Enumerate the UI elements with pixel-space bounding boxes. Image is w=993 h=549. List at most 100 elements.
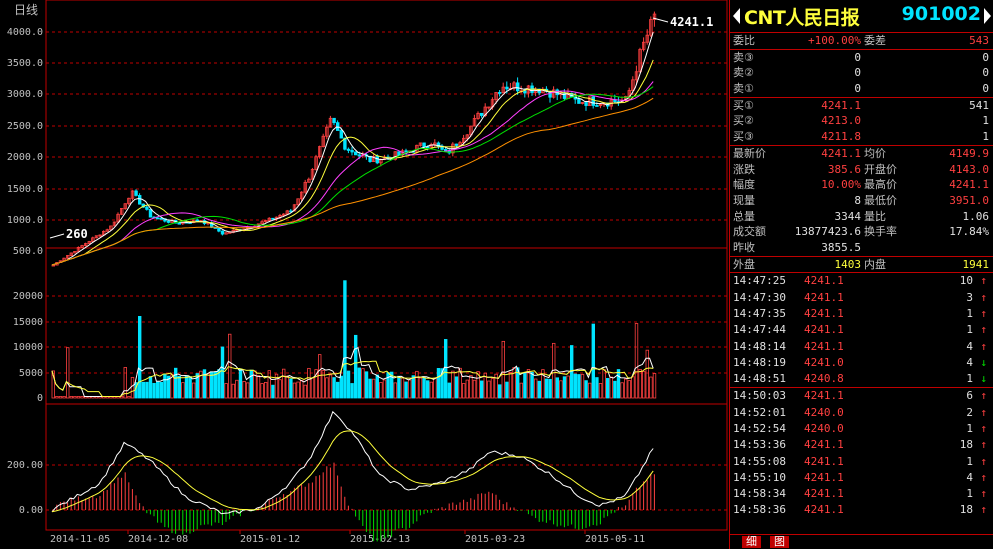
volume-bar — [508, 371, 513, 399]
stat-row: 涨跌 385.6 开盘价 4143.0 — [730, 162, 993, 178]
volume-bar — [256, 375, 261, 399]
volume-bar — [548, 378, 552, 399]
volume-bar — [490, 378, 495, 399]
tick-row: 14:47:30 4241.1 3 ↑ — [730, 290, 993, 306]
volume-bar — [310, 377, 315, 399]
volume-bar — [407, 379, 412, 399]
buy-level-label: 买① — [733, 98, 754, 112]
stat-value: 4241.1 — [821, 146, 861, 160]
volume-bar — [245, 382, 250, 399]
volume-bar — [573, 373, 577, 399]
buy-level-price: 4241.1 — [821, 98, 861, 112]
tab-chart[interactable]: 图 — [770, 536, 789, 548]
tick-row: 14:48:51 4240.8 1 ↓ — [730, 371, 993, 389]
tick-volume: 3 — [966, 290, 973, 304]
kline-chart[interactable]: 日线 4000.0 3500.0 3000.0 2500.0 2000.0 15… — [0, 0, 728, 549]
prev-security-icon[interactable] — [733, 8, 740, 24]
buy-level-price: 4211.8 — [821, 130, 861, 144]
arrow-up-icon: ↑ — [980, 405, 987, 419]
volume-bar — [368, 378, 372, 399]
stat-label: 换手率 — [864, 225, 897, 239]
volume-tick: 5000 — [19, 368, 43, 379]
volume-bar — [443, 339, 448, 399]
tick-row: 14:47:25 4241.1 10 ↑ — [730, 273, 993, 289]
inner-value: 1941 — [962, 257, 990, 271]
tab-detail[interactable]: 细 — [742, 536, 761, 548]
tick-time: 14:55:08 — [733, 454, 786, 468]
tick-volume: 1 — [966, 421, 973, 435]
volume-bar — [242, 381, 246, 399]
arrow-up-icon: ↑ — [980, 487, 987, 501]
tick-list[interactable]: 14:47:25 4241.1 10 ↑ 14:47:30 4241.1 3 ↑ 14:47:3… — [730, 273, 993, 518]
volume-bar — [335, 381, 340, 399]
sell-level-qty: 0 — [982, 50, 989, 64]
tick-price: 4241.1 — [804, 306, 844, 320]
volume-bar — [642, 371, 646, 399]
weibi-label: 委比 — [733, 34, 755, 47]
volume-bar — [173, 367, 178, 399]
volume-bar — [505, 381, 509, 399]
volume-bar — [425, 380, 430, 399]
stat-label: 最高价 — [864, 178, 897, 192]
stat-row: 现量 8 最低价 3951.0 — [730, 193, 993, 209]
volume-bar — [260, 383, 264, 399]
volume-bar — [447, 382, 451, 399]
tick-time: 14:58:34 — [733, 487, 786, 501]
tick-volume: 18 — [959, 503, 973, 517]
sell-level-label: 卖① — [733, 82, 754, 96]
tick-price: 4241.1 — [804, 470, 844, 484]
outer-inner-row: 外盘 1403 内盘 1941 — [730, 257, 993, 274]
tick-row: 14:48:19 4241.0 4 ↓ — [730, 355, 993, 371]
volume-bar — [577, 374, 581, 399]
arrow-up-icon: ↑ — [980, 274, 987, 288]
buy-level-qty: 1 — [982, 114, 989, 128]
volume-bar — [469, 375, 473, 399]
volume-bar — [62, 396, 66, 399]
tick-volume: 2 — [966, 405, 973, 419]
tick-row: 14:55:10 4241.1 4 ↑ — [730, 470, 993, 486]
volume-bar — [418, 377, 423, 399]
arrow-up-icon: ↑ — [980, 503, 987, 517]
tick-time: 14:50:03 — [733, 389, 786, 403]
volume-bar — [188, 376, 192, 399]
arrow-down-icon: ↓ — [980, 355, 987, 369]
volume-bar — [454, 376, 459, 399]
volume-bar — [375, 374, 379, 399]
candle-body — [584, 102, 588, 106]
volume-bar — [382, 379, 387, 399]
candle-body — [159, 217, 163, 220]
stat-value: 3951.0 — [949, 193, 989, 207]
stat-value: 4241.1 — [949, 178, 989, 192]
tick-row: 14:53:36 4241.1 18 ↑ — [730, 437, 993, 453]
macd-tick: 0.00 — [19, 505, 43, 516]
date-tick: 2015-05-11 — [585, 534, 645, 545]
moving-average-line — [51, 97, 654, 266]
tick-row: 14:47:44 4241.1 1 ↑ — [730, 322, 993, 338]
next-security-icon[interactable] — [984, 8, 991, 24]
tick-time: 14:48:51 — [733, 372, 786, 386]
volume-bar — [141, 381, 145, 399]
candle-body — [397, 151, 401, 156]
volume-bar — [537, 380, 541, 399]
candle-body — [353, 151, 358, 156]
volume-bar — [620, 382, 624, 399]
volume-bar — [343, 280, 347, 399]
volume-bar — [278, 379, 282, 399]
volume-tick: 20000 — [13, 291, 43, 302]
prev-close-row: 昨收 3855.5 — [730, 240, 993, 256]
sell-level: 卖① 0 0 — [730, 81, 993, 97]
stat-row: 最新价 4241.1 均价 4149.9 — [730, 146, 993, 162]
high-price-pointer — [652, 17, 669, 23]
sell-level-qty: 0 — [982, 66, 989, 80]
volume-bar — [649, 376, 653, 399]
sell-level-label: 卖② — [733, 66, 754, 80]
tick-volume: 4 — [966, 470, 973, 484]
volume-bar — [213, 371, 217, 399]
stat-row: 幅度 10.00% 最高价 4241.1 — [730, 177, 993, 193]
tick-time: 14:58:36 — [733, 503, 786, 517]
candle-body — [332, 117, 336, 124]
date-tick: 2014-12-08 — [128, 534, 188, 545]
volume-bar — [350, 383, 354, 399]
volume-bar — [332, 377, 336, 399]
period-label: 日线 — [14, 3, 38, 17]
